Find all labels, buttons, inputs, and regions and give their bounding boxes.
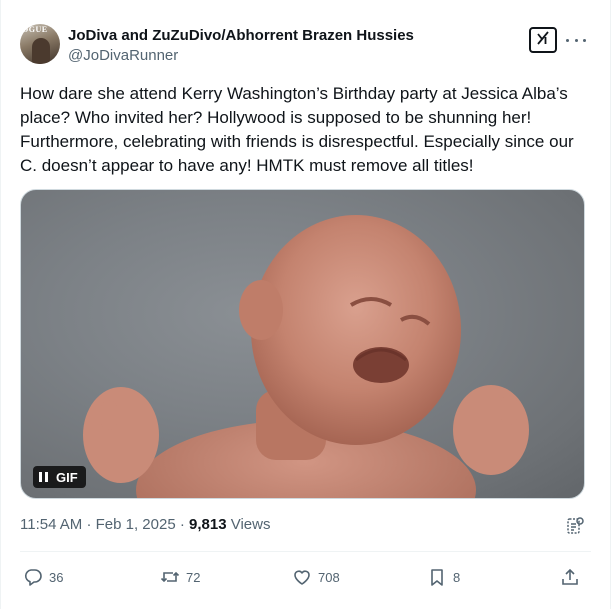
views-label: Views [230, 516, 271, 533]
share-icon [560, 567, 580, 587]
bookmark-icon [427, 567, 447, 587]
analytics-icon[interactable] [565, 516, 585, 541]
tweet-date[interactable]: Feb 1, 2025 [96, 516, 176, 533]
tweet-text: How dare she attend Kerry Washington’s B… [20, 84, 574, 175]
reply-icon [23, 567, 43, 587]
views-count: 9,813 [189, 516, 227, 533]
share-button[interactable] [560, 564, 580, 590]
repost-icon [160, 567, 180, 587]
gif-media[interactable]: GIF [20, 189, 585, 499]
meta-separator: · [86, 516, 92, 533]
heart-icon [292, 567, 312, 587]
tweet-time[interactable]: 11:54 AM [20, 516, 82, 533]
divider [20, 551, 591, 552]
avatar-figure [32, 38, 50, 64]
bookmark-count: 8 [453, 569, 461, 585]
avatar-text: OGUE [22, 25, 48, 34]
like-button[interactable]: 708 [292, 564, 340, 590]
pause-icon [39, 472, 48, 482]
grok-icon [535, 30, 551, 51]
grok-button[interactable] [529, 27, 557, 53]
left-border [0, 0, 1, 609]
meta-separator: · [179, 516, 185, 533]
repost-button[interactable]: 72 [160, 564, 200, 590]
author-handle[interactable]: @JoDivaRunner [68, 47, 178, 64]
tweet-meta: 11:54 AM · Feb 1, 2025 · 9,813 Views [20, 516, 270, 533]
avatar[interactable]: OGUE [20, 24, 60, 64]
bookmark-button[interactable]: 8 [427, 564, 460, 590]
reply-button[interactable]: 36 [23, 564, 63, 590]
reply-count: 36 [49, 569, 64, 585]
more-icon[interactable] [566, 32, 586, 48]
gif-badge-label: GIF [56, 469, 78, 485]
like-count: 708 [318, 569, 340, 585]
author-display-name[interactable]: JoDiva and ZuZuDivo/Abhorrent Brazen Hus… [68, 27, 414, 44]
repost-count: 72 [186, 569, 201, 585]
gif-illustration [83, 215, 529, 498]
tweet-card: OGUE JoDiva and ZuZuDivo/Abhorrent Braze… [0, 0, 611, 609]
action-bar: 36 72 708 8 [0, 564, 611, 590]
gif-pause-button[interactable]: GIF [33, 466, 86, 488]
